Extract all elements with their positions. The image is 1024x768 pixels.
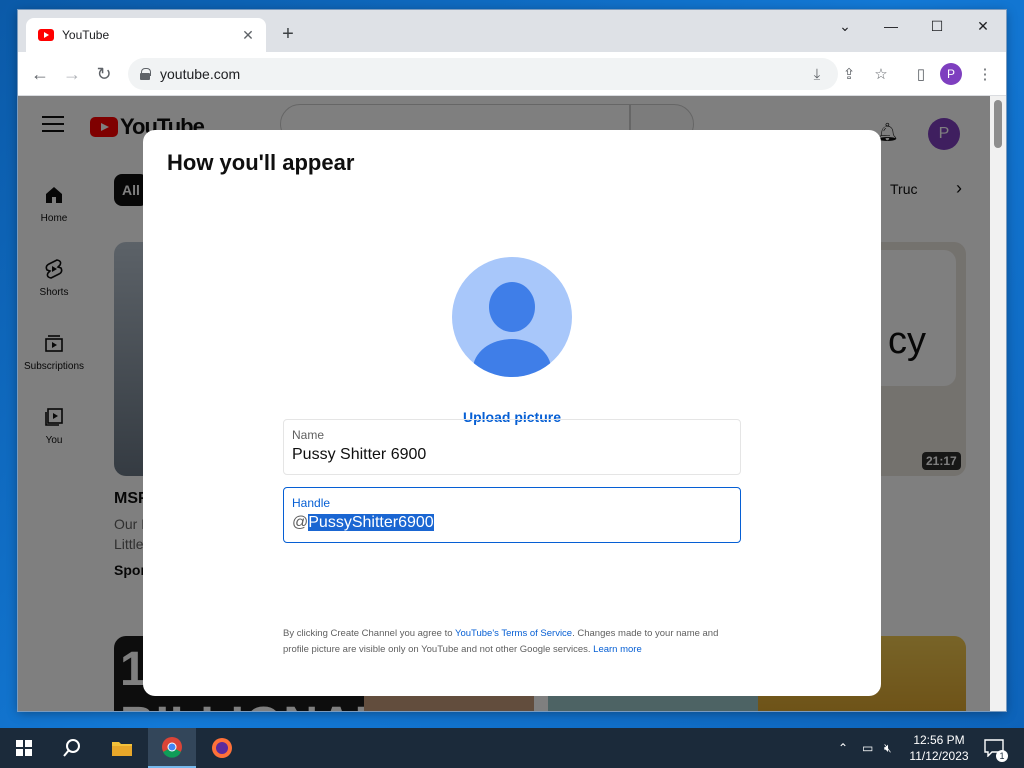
terms-of-service-link[interactable]: YouTube's Terms of Service bbox=[455, 628, 572, 639]
side-panel-icon[interactable]: ▯ bbox=[910, 63, 932, 85]
handle-field-value[interactable]: @PussyShitter6900 bbox=[292, 514, 732, 532]
tab-close-icon[interactable]: ✕ bbox=[240, 27, 256, 44]
search-icon[interactable] bbox=[48, 728, 96, 768]
bookmark-star-icon[interactable]: ☆ bbox=[870, 63, 892, 85]
name-field-value[interactable]: Pussy Shitter 6900 bbox=[292, 446, 732, 464]
new-tab-button[interactable]: + bbox=[276, 22, 300, 46]
handle-prefix: @ bbox=[292, 514, 309, 531]
clock-time: 12:56 PM bbox=[913, 733, 965, 747]
page-scrollbar[interactable] bbox=[990, 96, 1006, 711]
how-youll-appear-dialog: How you'll appear Upload picture Name Pu… bbox=[143, 130, 881, 696]
file-explorer-icon[interactable] bbox=[98, 728, 146, 768]
volume-muted-icon[interactable]: 🔇︎ bbox=[884, 728, 892, 768]
legal-notice: By clicking Create Channel you agree to … bbox=[283, 626, 743, 658]
windows-taskbar: ⌃ ▭ 🔇︎ 12:56 PM 11/12/2023 1 bbox=[0, 728, 1024, 768]
reload-icon[interactable]: ↻ bbox=[92, 62, 116, 86]
tab-youtube[interactable]: YouTube ✕ bbox=[26, 18, 266, 52]
network-icon[interactable]: ▭ bbox=[862, 728, 873, 768]
minimize-button[interactable]: — bbox=[868, 10, 914, 42]
start-button[interactable] bbox=[0, 728, 48, 768]
handle-field-label: Handle bbox=[292, 496, 331, 510]
system-clock[interactable]: 12:56 PM 11/12/2023 bbox=[906, 732, 972, 764]
forward-icon[interactable]: → bbox=[60, 62, 84, 86]
legal-text: By clicking Create Channel you agree to bbox=[283, 628, 455, 639]
name-field[interactable]: Name Pussy Shitter 6900 bbox=[283, 419, 741, 475]
maximize-button[interactable]: ☐ bbox=[914, 10, 960, 42]
notification-center-icon[interactable]: 1 bbox=[984, 728, 1008, 768]
profile-picture-avatar[interactable] bbox=[452, 257, 572, 377]
url-text[interactable]: youtube.com bbox=[160, 66, 240, 82]
back-icon[interactable]: ← bbox=[28, 62, 52, 86]
avatar-head-shape bbox=[489, 282, 535, 332]
learn-more-link[interactable]: Learn more bbox=[593, 644, 642, 655]
youtube-favicon-icon bbox=[38, 29, 54, 41]
handle-field[interactable]: Handle @PussyShitter6900 bbox=[283, 487, 741, 543]
name-field-label: Name bbox=[292, 428, 325, 442]
install-app-icon[interactable]: ⤓ bbox=[806, 63, 828, 85]
youtube-page: YouTube 🔔︎ P Home Shorts bbox=[18, 96, 990, 711]
browser-profile-avatar[interactable]: P bbox=[940, 63, 962, 85]
firefox-taskbar-icon[interactable] bbox=[198, 728, 246, 768]
tab-strip: YouTube ✕ + ⌄ — ☐ ✕ bbox=[18, 10, 1006, 52]
dialog-title: How you'll appear bbox=[167, 150, 355, 175]
browser-menu-icon[interactable]: ⋮ bbox=[974, 63, 996, 85]
clock-date: 11/12/2023 bbox=[909, 749, 969, 763]
handle-selected-text[interactable]: PussyShitter6900 bbox=[308, 514, 434, 531]
chrome-taskbar-icon[interactable] bbox=[148, 728, 196, 768]
lock-icon[interactable] bbox=[140, 68, 151, 80]
notification-count-badge: 1 bbox=[996, 750, 1008, 762]
tab-search-icon[interactable]: ⌄ bbox=[822, 10, 868, 42]
avatar-body-shape bbox=[473, 339, 551, 377]
browser-window: YouTube ✕ + ⌄ — ☐ ✕ ← → ↻ youtube.com ⤓ … bbox=[18, 10, 1006, 711]
close-window-button[interactable]: ✕ bbox=[960, 10, 1006, 42]
scrollbar-thumb[interactable] bbox=[994, 100, 1002, 148]
windows-logo-icon bbox=[16, 740, 32, 756]
show-hidden-icons-icon[interactable]: ⌃ bbox=[838, 728, 848, 768]
share-icon[interactable]: ⇪ bbox=[838, 63, 860, 85]
browser-toolbar: ← → ↻ youtube.com ⤓ ⇪ ☆ ▯ P ⋮ bbox=[18, 52, 1006, 96]
tab-title: YouTube bbox=[62, 28, 110, 42]
address-bar[interactable]: youtube.com bbox=[128, 58, 838, 90]
